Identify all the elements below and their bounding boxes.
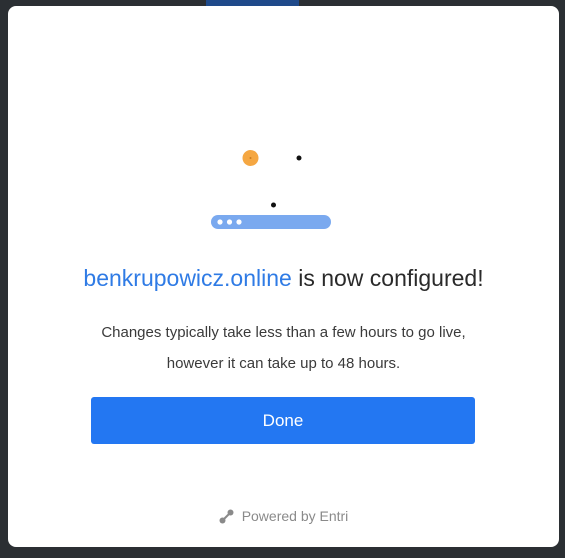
- done-button[interactable]: Done: [91, 397, 475, 444]
- server-configured-illustration: [211, 150, 331, 229]
- small-dot: [296, 155, 302, 161]
- configured-dialog: benkrupowicz.online is now configured! C…: [8, 6, 559, 547]
- powered-by-label[interactable]: Powered by Entri: [242, 508, 349, 524]
- title-suffix: is now configured!: [291, 265, 484, 291]
- domain-name: benkrupowicz.online: [83, 265, 292, 291]
- powered-by-footer: Powered by Entri: [8, 508, 559, 524]
- entri-logo-icon: [219, 509, 234, 523]
- dialog-description: Changes typically take less than a few h…: [101, 324, 466, 372]
- small-dot: [271, 202, 276, 208]
- dialog-title: benkrupowicz.online is now configured!: [8, 265, 559, 292]
